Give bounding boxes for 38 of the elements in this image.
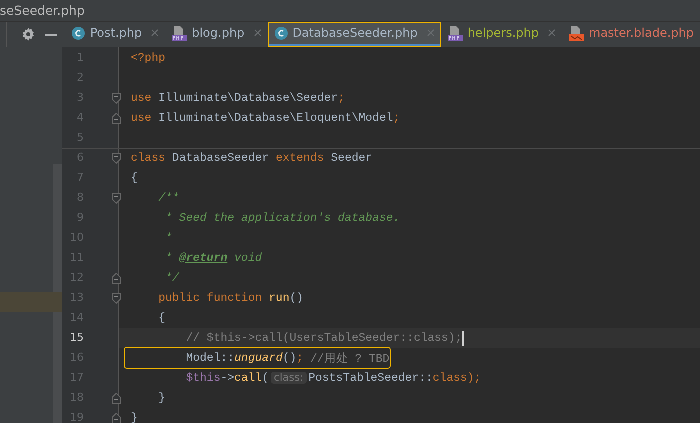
code-line: /** [158, 190, 180, 206]
class-icon [72, 26, 86, 40]
code-line: use Illuminate\Database\Seeder; [130, 90, 345, 106]
class-icon [274, 26, 288, 40]
line-number: 15 [69, 330, 85, 346]
code-line: } [130, 410, 138, 423]
fold-marker-icon[interactable] [112, 412, 121, 423]
code-line: public function run() [158, 290, 304, 306]
code-line: { [158, 310, 166, 326]
fold-marker-icon[interactable] [112, 192, 121, 204]
code-line: * [164, 230, 172, 246]
window-title: seSeeder.php [0, 3, 85, 18]
code-line: <?php [130, 50, 166, 66]
settings-icon[interactable] [22, 28, 35, 41]
code-line: } [158, 390, 166, 406]
php-file-icon [172, 26, 188, 40]
text-cursor [462, 330, 464, 346]
highlighted-row [0, 292, 62, 312]
editor-tab[interactable]: DatabaseSeeder.php [268, 22, 441, 47]
fold-marker-icon[interactable] [112, 272, 121, 284]
scrollbar[interactable] [53, 164, 62, 423]
code-line: $this->call( class: PostsTableSeeder::class); [185, 370, 482, 386]
code-line: */ [164, 270, 180, 286]
code-line: * Seed the application's database. [164, 210, 400, 226]
minimize-icon[interactable] [45, 34, 57, 36]
code-line: class DatabaseSeeder extends Seeder [130, 150, 373, 166]
code-line: use Illuminate\Database\Eloquent\Model; [130, 110, 400, 126]
fold-marker-icon[interactable] [112, 112, 121, 124]
fold-marker-icon[interactable] [112, 292, 121, 304]
fold-marker-icon[interactable] [112, 152, 121, 164]
code-line: * @return void [164, 250, 262, 266]
code-line: { [130, 170, 138, 186]
blade-file-icon [569, 26, 584, 40]
code-line: Model::unguard(); //用处 ? TBD [125, 348, 390, 368]
code-line: // $this->call(UsersTableSeeder::class); [185, 330, 464, 348]
fold-marker-icon[interactable] [112, 92, 121, 104]
php-file-icon [448, 26, 463, 40]
fold-marker-icon[interactable] [112, 392, 121, 404]
